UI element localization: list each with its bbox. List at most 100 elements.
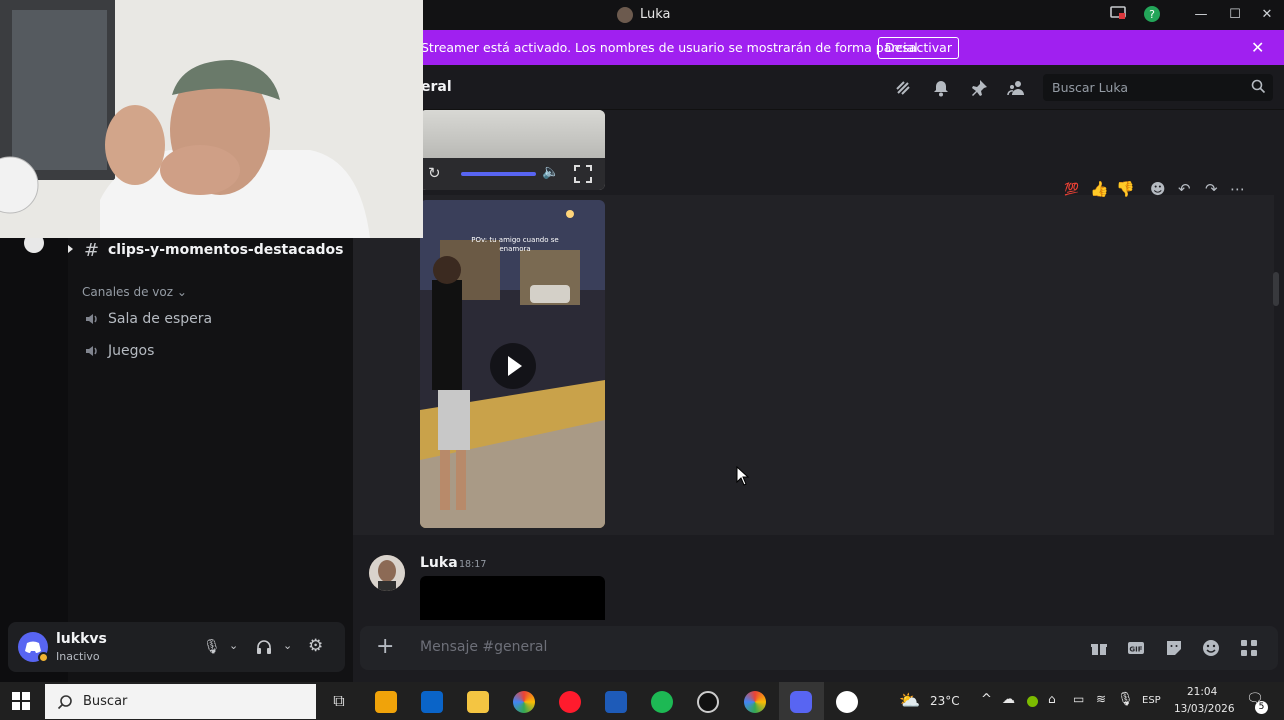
voice-channel-sala[interactable]: Sala de espera <box>108 311 212 327</box>
microphone-icon[interactable]: 🎙 <box>203 639 221 655</box>
discord-icon[interactable] <box>790 691 812 713</box>
word-icon[interactable] <box>605 691 627 713</box>
chrome-alt-icon[interactable] <box>513 691 535 713</box>
scrollbar-thumb[interactable] <box>1273 272 1279 306</box>
search-icon <box>1251 79 1266 94</box>
gift-icon[interactable] <box>1090 639 1108 657</box>
pin-icon[interactable] <box>970 79 988 97</box>
taskbar-search-placeholder: Buscar <box>83 694 128 709</box>
maximize-icon[interactable]: ☐ <box>1226 6 1244 24</box>
webcam-overlay <box>0 0 423 238</box>
channel-header: eral Buscar Luka <box>353 65 1284 110</box>
gif-icon[interactable]: GIF <box>1127 639 1145 657</box>
voice-channel-juegos[interactable]: Juegos <box>108 343 154 359</box>
taskbar-search-input[interactable]: Buscar <box>45 684 316 719</box>
video-attachment[interactable]: POv: tu amigo cuando se enamora <box>420 200 605 528</box>
channel-clips[interactable]: clips-y-momentos-destacados <box>108 242 343 258</box>
sticker-icon[interactable] <box>1165 639 1183 657</box>
search-input[interactable]: Buscar Luka <box>1043 74 1273 101</box>
file-explorer-icon[interactable] <box>467 691 489 713</box>
composer-placeholder: Mensaje #general <box>420 639 548 655</box>
fullscreen-icon[interactable] <box>573 164 593 184</box>
speaker-icon <box>86 314 97 324</box>
username: lukkvs <box>56 631 107 647</box>
threads-icon[interactable] <box>894 79 912 97</box>
windows-taskbar: Buscar ⧉ ⛅ 23°C ^ ☁ ⌂ ▭ ≋ 🎙 ESP 21:04 13… <box>0 682 1284 720</box>
user-panel: lukkvs Inactivo 🎙 ⌄ ⌄ ⚙ <box>8 622 345 672</box>
video-attachment[interactable]: ↻ 🔈 <box>420 110 605 190</box>
clock-time[interactable]: 21:04 <box>1187 686 1217 698</box>
voice-category[interactable]: Canales de voz ⌄ <box>82 285 187 299</box>
svg-text:GIF: GIF <box>1129 646 1142 654</box>
play-button[interactable] <box>490 343 536 389</box>
close-window-icon[interactable]: ✕ <box>1258 6 1276 24</box>
opera-icon[interactable] <box>559 691 581 713</box>
network-icon[interactable]: ⌂ <box>1048 692 1056 706</box>
minimize-icon[interactable]: — <box>1192 6 1210 24</box>
message-actions: 💯 👍 👎 ☻ ↶ ↷ ⋯ <box>1062 175 1258 203</box>
member-list-icon[interactable] <box>1007 79 1025 97</box>
speaker-icon <box>86 346 97 356</box>
more-options-icon[interactable]: ⋯ <box>1230 180 1245 198</box>
message-timestamp: 18:17 <box>459 559 487 570</box>
text-channel-icon: # <box>84 240 100 261</box>
app-icon[interactable] <box>836 691 858 713</box>
video-frame <box>420 110 605 158</box>
reply-icon[interactable]: ↶ <box>1178 180 1191 198</box>
outlook-icon[interactable] <box>421 691 443 713</box>
close-banner-icon[interactable]: ✕ <box>1251 38 1264 57</box>
video-attachment[interactable] <box>420 576 605 620</box>
deactivate-button[interactable]: Desactivar <box>878 37 959 59</box>
add-reaction-icon[interactable]: ☻ <box>1150 180 1166 198</box>
wifi-icon[interactable]: ≋ <box>1096 692 1106 706</box>
replay-icon[interactable]: ↻ <box>428 164 441 182</box>
user-status: Inactivo <box>56 650 100 663</box>
message-composer[interactable]: + Mensaje #general GIF <box>360 626 1278 670</box>
forward-icon[interactable]: ↷ <box>1205 180 1218 198</box>
volume-icon[interactable]: 🔈 <box>542 164 559 180</box>
window-title: Luka <box>640 7 671 22</box>
channel-title: eral <box>421 79 452 95</box>
mouse-cursor-icon <box>736 466 750 486</box>
banner-message: Streamer está activado. Los nombres de u… <box>421 40 922 55</box>
weather-temp[interactable]: 23°C <box>930 694 960 708</box>
help-icon[interactable]: ? <box>1143 6 1161 24</box>
chevron-down-icon[interactable]: ⌄ <box>229 639 238 652</box>
apps-icon[interactable] <box>1240 639 1258 657</box>
search-placeholder: Buscar Luka <box>1052 80 1129 95</box>
mic-tray-icon[interactable]: 🎙 <box>1117 692 1134 707</box>
task-view-icon[interactable]: ⧉ <box>328 691 350 713</box>
notification-bell-icon[interactable] <box>932 79 950 97</box>
battery-icon[interactable]: ▭ <box>1073 692 1084 706</box>
chrome-icon[interactable] <box>744 691 766 713</box>
idle-status-indicator <box>38 652 49 663</box>
chevron-down-icon[interactable]: ⌄ <box>283 639 292 652</box>
obs-icon[interactable] <box>697 691 719 713</box>
volume-slider[interactable] <box>461 172 536 176</box>
search-icon <box>57 695 72 710</box>
settings-gear-icon[interactable]: ⚙ <box>308 636 323 656</box>
tray-app-icon[interactable] <box>1027 696 1038 707</box>
video-controls: ↻ 🔈 <box>420 158 605 190</box>
hundred-emoji-icon[interactable]: 💯 <box>1064 182 1079 196</box>
language-indicator[interactable]: ESP <box>1142 695 1161 706</box>
server-icon <box>617 7 633 23</box>
screen-share-icon[interactable] <box>1109 6 1127 24</box>
message-author[interactable]: Luka <box>420 555 458 571</box>
svg-text:?: ? <box>1149 8 1155 21</box>
windows-start-icon[interactable] <box>12 692 30 710</box>
chevron-up-icon[interactable]: ^ <box>981 692 992 707</box>
weather-icon[interactable]: ⛅ <box>899 691 920 711</box>
headphones-icon[interactable] <box>256 639 272 659</box>
thumbs-down-icon[interactable]: 👎 <box>1116 180 1135 198</box>
spotify-icon[interactable] <box>651 691 673 713</box>
attach-plus-icon[interactable]: + <box>376 634 394 659</box>
avatar[interactable] <box>369 555 405 591</box>
thumbs-up-icon[interactable]: 👍 <box>1090 180 1109 198</box>
microsoft-store-icon[interactable] <box>375 691 397 713</box>
clock-date[interactable]: 13/03/2026 <box>1174 703 1235 715</box>
voice-category-label: Canales de voz <box>82 285 174 299</box>
emoji-icon[interactable] <box>1202 639 1220 657</box>
cloud-icon[interactable]: ☁ <box>1002 692 1015 707</box>
video-caption: POv: tu amigo cuando se enamora <box>471 236 559 253</box>
